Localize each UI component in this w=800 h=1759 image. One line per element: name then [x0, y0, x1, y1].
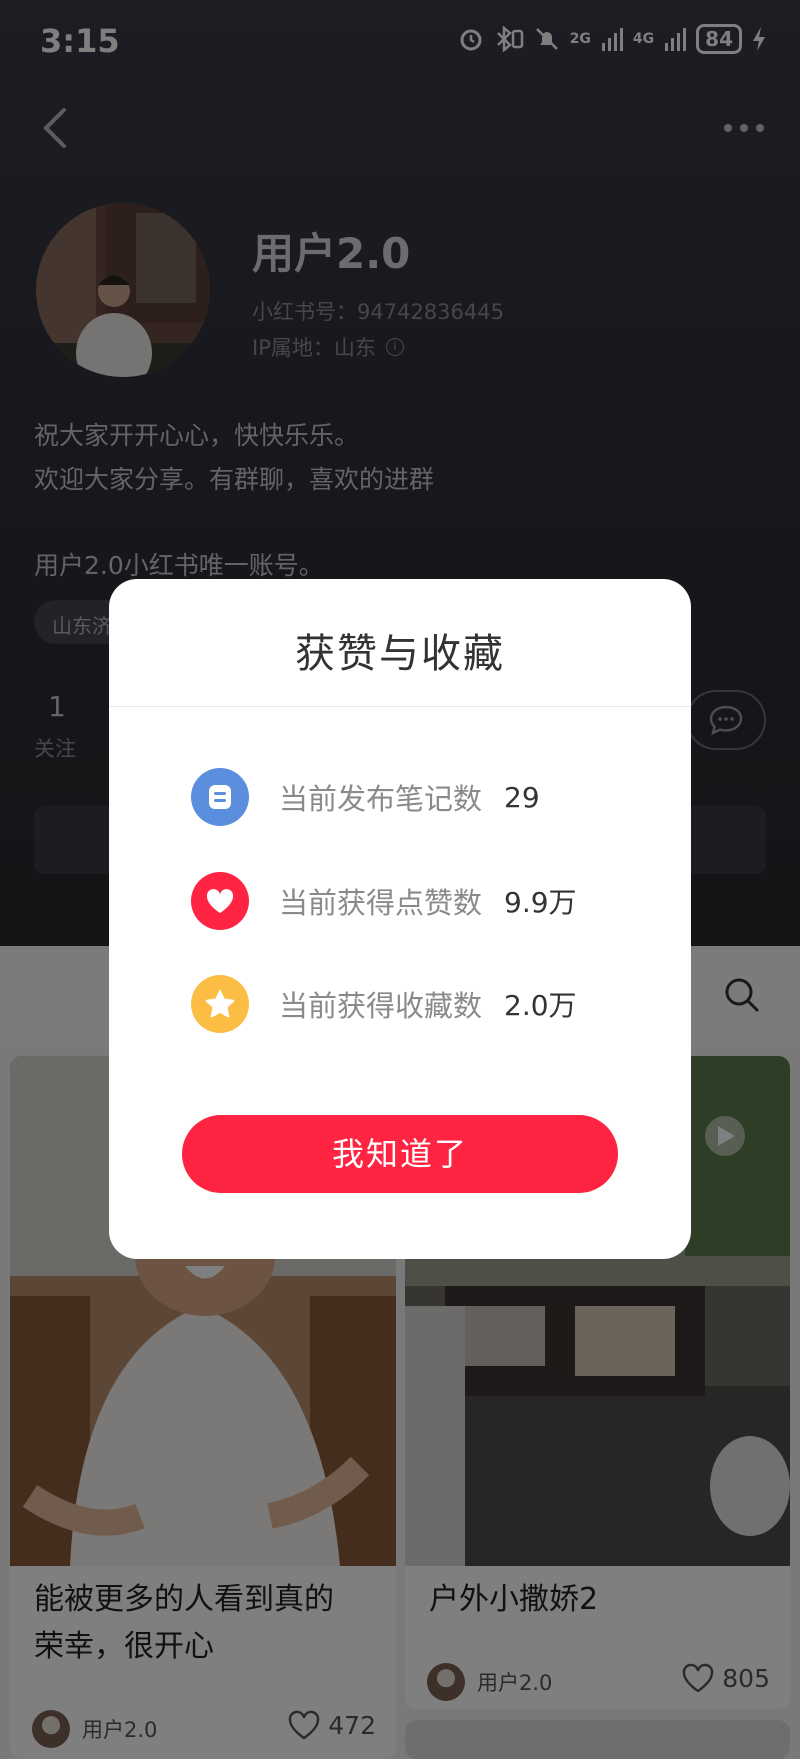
heart-icon: [191, 872, 249, 930]
stat-value: 9.9万: [504, 886, 577, 919]
note-icon: [191, 768, 249, 826]
stat-label: 当前发布笔记数: [279, 782, 483, 816]
divider: [109, 706, 691, 707]
stat-value: 29: [504, 780, 540, 814]
star-icon: [191, 975, 249, 1033]
stat-label: 当前获得收藏数: [279, 989, 483, 1023]
confirm-button[interactable]: 我知道了: [182, 1115, 618, 1193]
stat-row-collections: 当前获得收藏数 2.0万: [191, 974, 577, 1034]
stat-label: 当前获得点赞数: [279, 886, 483, 920]
stat-value: 2.0万: [504, 989, 577, 1022]
likes-collections-dialog: 获赞与收藏 当前发布笔记数 29 当前获得点赞数 9.9万 当前获得收藏数 2.…: [109, 579, 691, 1259]
stat-row-likes: 当前获得点赞数 9.9万: [191, 871, 577, 931]
stat-row-notes: 当前发布笔记数 29: [191, 767, 540, 827]
dialog-title: 获赞与收藏: [295, 631, 505, 677]
